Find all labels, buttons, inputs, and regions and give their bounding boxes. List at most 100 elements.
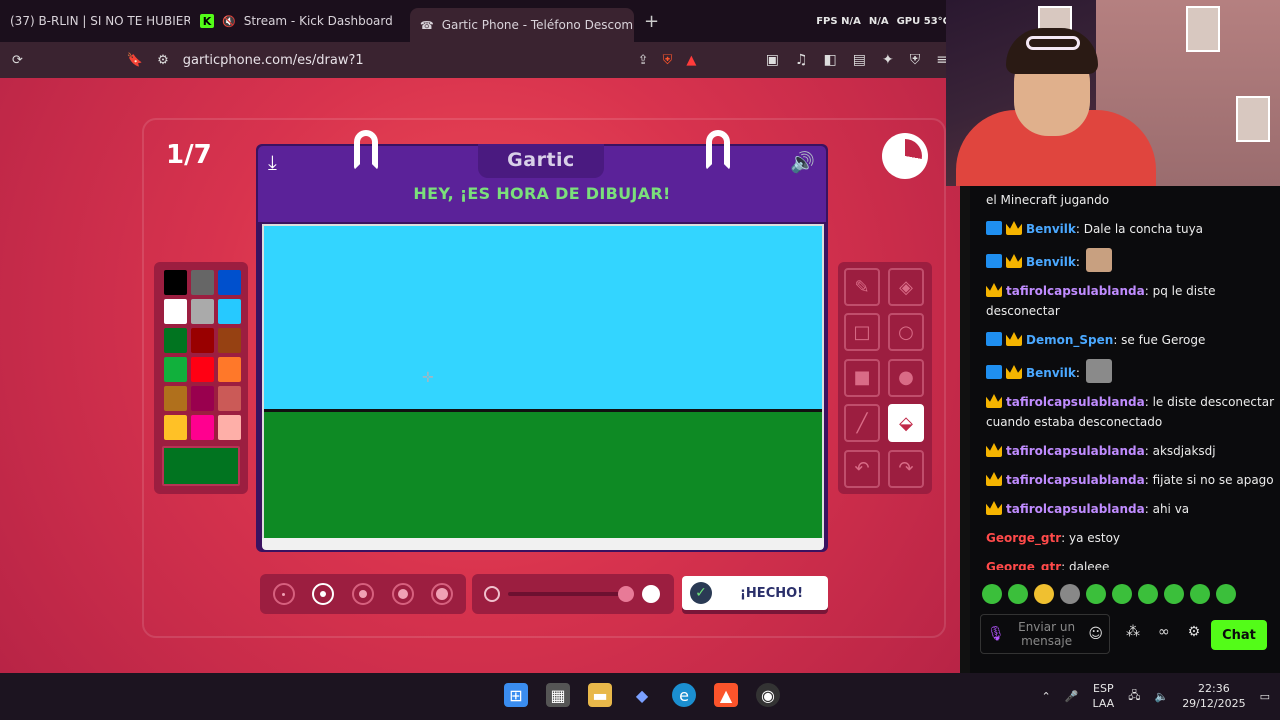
emote-button-icon[interactable] (1060, 584, 1080, 604)
chat-username[interactable]: George_gtr (986, 560, 1061, 570)
color-swatch[interactable] (191, 415, 214, 440)
chat-username[interactable]: Benvilk (1026, 255, 1076, 269)
download-icon[interactable]: ⤓ (268, 150, 277, 174)
color-swatch[interactable] (191, 357, 214, 382)
brush-size-option[interactable] (351, 583, 374, 605)
site-info-icon[interactable]: ⚙ (157, 53, 169, 68)
color-swatch[interactable] (218, 357, 241, 382)
opacity-handle[interactable] (618, 586, 634, 602)
emoji-icon[interactable]: ☺ (1088, 626, 1103, 642)
emote-button-icon[interactable] (1086, 584, 1106, 604)
emote-button-icon[interactable] (1138, 584, 1158, 604)
eraser-icon[interactable]: ◈ (888, 268, 924, 306)
speaker-icon[interactable]: 🔈 (1154, 690, 1168, 703)
media-icon[interactable]: ♫ (795, 52, 808, 68)
vscode-icon[interactable]: ◆ (630, 683, 654, 707)
obs-icon[interactable]: ◉ (756, 683, 780, 707)
undo-icon[interactable]: ↶ (844, 449, 880, 488)
color-swatch[interactable] (164, 328, 187, 353)
points-icon[interactable]: ⁂ (1126, 624, 1140, 640)
leo-icon[interactable]: ✦ (882, 52, 894, 68)
opacity-max-dot[interactable] (642, 585, 660, 603)
chat-username[interactable]: tafirolcapsulablanda (1006, 502, 1145, 516)
color-swatch[interactable] (218, 328, 241, 353)
brush-size-option[interactable] (431, 583, 454, 605)
color-swatch[interactable] (218, 415, 241, 440)
chat-username[interactable]: Benvilk (1026, 222, 1076, 236)
folder-icon[interactable]: ▬ (588, 683, 612, 707)
chat-username[interactable]: tafirolcapsulablanda (1006, 473, 1145, 487)
fill-bucket-icon[interactable]: ⬙ (888, 404, 924, 443)
windows-start-icon[interactable]: ⊞ (504, 683, 528, 707)
chat-input[interactable]: 🎙 Enviar un mensaje ☺ (980, 614, 1110, 654)
emote-button-icon[interactable] (1008, 584, 1028, 604)
color-swatch[interactable] (218, 270, 241, 295)
color-swatch[interactable] (191, 299, 214, 324)
clock[interactable]: 22:36 29/12/2025 (1182, 681, 1245, 711)
tab-kick-dashboard[interactable]: K 🔇 Stream - Kick Dashboard (190, 6, 410, 36)
color-swatch[interactable] (164, 386, 187, 411)
pencil-icon[interactable]: ✎ (844, 268, 880, 306)
brush-size-option[interactable] (312, 583, 335, 605)
chat-username[interactable]: Demon_Spen (1026, 333, 1113, 347)
chat-username[interactable]: tafirolcapsulablanda (1006, 284, 1145, 298)
color-swatch[interactable] (164, 357, 187, 382)
brave-icon[interactable]: ▲ (714, 683, 738, 707)
color-swatch[interactable] (191, 270, 214, 295)
color-swatch[interactable] (218, 299, 241, 324)
emote-button-icon[interactable] (1164, 584, 1184, 604)
infinity-icon[interactable]: ∞ (1158, 624, 1170, 640)
bookmark-icon[interactable]: 🔖 (127, 53, 143, 68)
new-tab-button[interactable]: + (644, 11, 659, 32)
reload-icon[interactable]: ⟳ (12, 53, 23, 68)
ellipse-icon[interactable]: ○ (888, 313, 924, 352)
url-field[interactable]: garticphone.com/es/draw?1 (183, 53, 364, 68)
settings-gear-icon[interactable]: ⚙ (1188, 624, 1201, 640)
color-swatch[interactable] (191, 386, 214, 411)
emote-button-icon[interactable] (1190, 584, 1210, 604)
chat-username[interactable]: George_gtr (986, 531, 1061, 545)
chat-username[interactable]: Benvilk (1026, 366, 1076, 380)
chat-send-button[interactable]: Chat (1211, 620, 1267, 650)
done-button[interactable]: ✓ ¡HECHO! (682, 576, 828, 610)
chat-username[interactable]: tafirolcapsulablanda (1006, 444, 1145, 458)
network-icon[interactable]: 🖧 (1128, 687, 1140, 706)
opacity-min-dot[interactable] (484, 586, 500, 602)
line-icon[interactable]: ╱ (844, 404, 880, 443)
volume-icon[interactable]: 🔊 (790, 150, 815, 174)
color-swatch[interactable] (164, 270, 187, 295)
share-icon[interactable]: ⇪ (638, 53, 649, 68)
mute-icon[interactable]: 🔇 (222, 15, 236, 28)
notification-icon[interactable]: ▭ (1260, 690, 1270, 703)
color-swatch[interactable] (164, 415, 187, 440)
file-manager-icon[interactable]: ▦ (546, 683, 570, 707)
opacity-slider[interactable] (472, 574, 674, 614)
reader-icon[interactable]: ▣ (766, 52, 779, 68)
redo-icon[interactable]: ↷ (888, 449, 924, 488)
rectangle-icon[interactable]: □ (844, 313, 880, 352)
brush-size-option[interactable] (391, 583, 414, 605)
sidebar-icon[interactable]: ◧ (824, 52, 837, 68)
color-swatch[interactable] (191, 328, 214, 353)
emote-button-icon[interactable] (1112, 584, 1132, 604)
chat-username[interactable]: tafirolcapsulablanda (1006, 395, 1145, 409)
tab-youtube[interactable]: (37) B-RLIN | SI NO TE HUBIERAS (0, 6, 190, 36)
brush-size-option[interactable] (272, 583, 295, 605)
rewards-icon[interactable]: ▲ (686, 53, 696, 68)
color-swatch[interactable] (218, 386, 241, 411)
vpn-icon[interactable]: ⛨ (910, 52, 921, 68)
tray-chevron-icon[interactable]: ⌃ (1042, 690, 1051, 703)
filled-ellipse-icon[interactable]: ● (888, 358, 924, 397)
emote-button-icon[interactable] (1216, 584, 1236, 604)
tab-gartic-phone[interactable]: ☎ Gartic Phone - Teléfono Descom ✕ (410, 8, 634, 42)
language-indicator[interactable]: ESP LAA (1092, 681, 1114, 711)
mic-icon[interactable]: 🎙 (987, 626, 1005, 642)
edge-icon[interactable]: e (672, 683, 696, 707)
brave-shield-icon[interactable]: ⛨ (663, 53, 673, 68)
filled-rectangle-icon[interactable]: ■ (844, 358, 880, 397)
emote-button-icon[interactable] (1034, 584, 1054, 604)
color-swatch[interactable] (164, 299, 187, 324)
tray-mic-icon[interactable]: 🎤 (1065, 690, 1079, 703)
drawing-canvas[interactable] (262, 224, 824, 540)
wallet-icon[interactable]: ▤ (853, 52, 866, 68)
